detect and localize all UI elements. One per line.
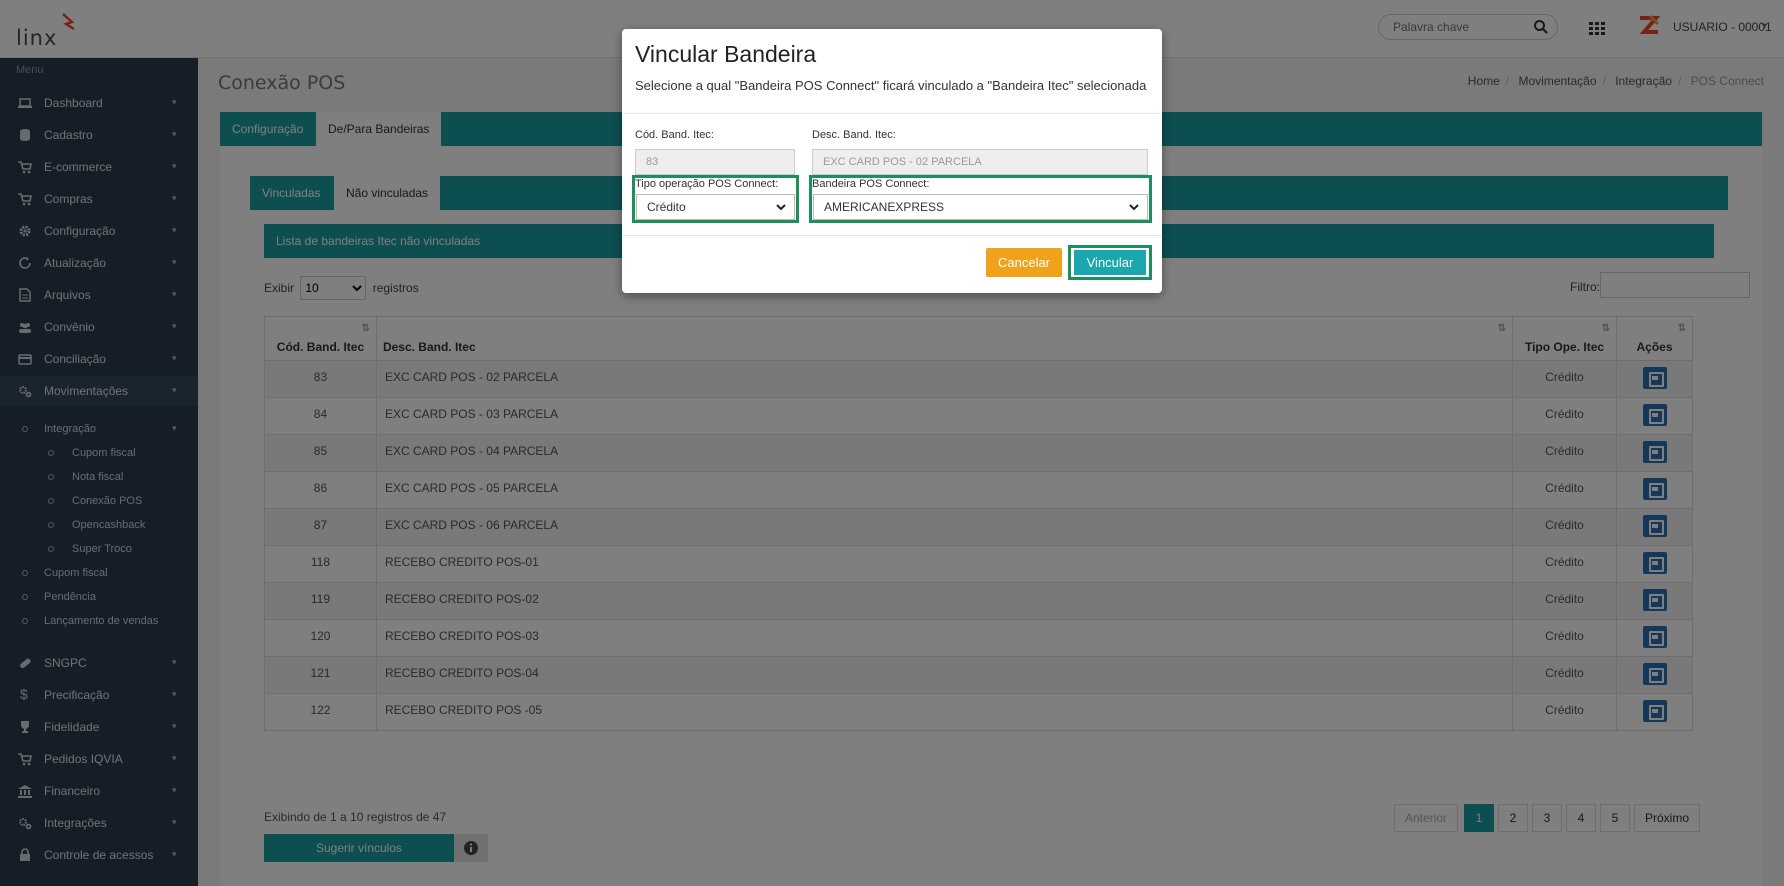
- bandeira-pos-select[interactable]: AMERICANEXPRESS: [813, 194, 1148, 220]
- tipo-operacao-select[interactable]: Crédito: [636, 194, 795, 220]
- cod-field: 83: [635, 149, 795, 175]
- vincular-bandeira-modal: Vincular Bandeira Selecione a qual "Band…: [622, 29, 1162, 293]
- modal-footer-divider: [622, 235, 1162, 236]
- cancel-button[interactable]: Cancelar: [986, 248, 1062, 277]
- chevron-down-icon: [1129, 204, 1139, 211]
- bandeira-pos-label: Bandeira POS Connect:: [812, 178, 930, 190]
- desc-field: EXC CARD POS - 02 PARCELA: [812, 149, 1148, 175]
- desc-label: Desc. Band. Itec:: [812, 129, 896, 141]
- bandeira-pos-highlight: Bandeira POS Connect: AMERICANEXPRESS: [809, 175, 1152, 223]
- modal-subtitle: Selecione a qual "Bandeira POS Connect" …: [635, 78, 1147, 93]
- tipo-operacao-label: Tipo operação POS Connect:: [635, 178, 779, 190]
- modal-divider: [622, 113, 1162, 114]
- vincular-button[interactable]: Vincular: [1074, 250, 1146, 275]
- tipo-operacao-highlight: Tipo operação POS Connect: Crédito: [632, 175, 799, 223]
- chevron-down-icon: [776, 204, 786, 211]
- modal-title: Vincular Bandeira: [635, 41, 817, 67]
- cod-label: Cód. Band. Itec:: [635, 129, 714, 141]
- vincular-highlight: Vincular: [1068, 245, 1152, 280]
